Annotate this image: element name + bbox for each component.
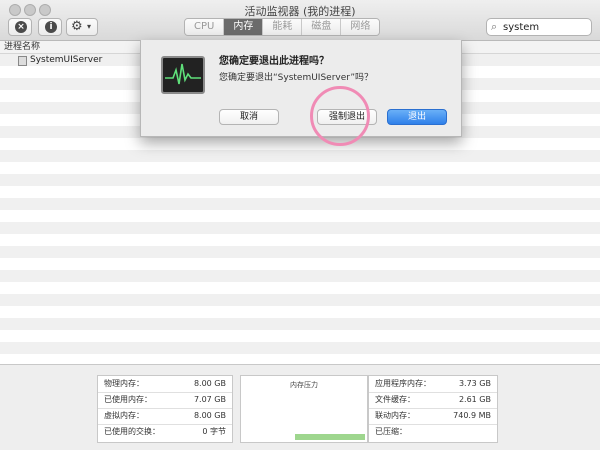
- mem-label: 联动内存：: [375, 411, 415, 420]
- mem-value: 740.9 MB: [453, 411, 491, 420]
- tab-network[interactable]: 网络: [340, 19, 380, 35]
- cancel-button[interactable]: 取消: [219, 109, 279, 125]
- mem-label: 物理内存：: [104, 379, 144, 388]
- tab-cpu[interactable]: CPU: [185, 19, 224, 35]
- table-row-empty: [0, 222, 600, 234]
- inspect-process-button[interactable]: i: [38, 18, 62, 36]
- table-row-empty: [0, 198, 600, 210]
- search-field[interactable]: ⌕: [486, 18, 592, 36]
- window-title: 活动监视器 (我的进程): [244, 5, 356, 18]
- table-row-empty: [0, 138, 600, 150]
- table-row-empty: [0, 150, 600, 162]
- memory-pressure-graph: 内存压力: [240, 375, 368, 443]
- search-icon: ⌕: [491, 20, 498, 33]
- mem-value: 7.07 GB: [193, 395, 226, 404]
- tab-disk[interactable]: 磁盘: [301, 19, 341, 35]
- mem-label: 已压缩：: [375, 427, 407, 436]
- table-row-empty: [0, 282, 600, 294]
- heartbeat-icon: [165, 63, 201, 85]
- mem-row-wired: 联动内存： 740.9 MB: [369, 408, 497, 425]
- mem-row-used: 已使用内存： 7.07 GB: [98, 392, 232, 409]
- table-row-empty: [0, 210, 600, 222]
- mem-row-virtual: 虚拟内存： 8.00 GB: [98, 408, 232, 425]
- mem-label: 文件缓存：: [375, 395, 415, 404]
- action-menu-button[interactable]: ⚙ ▾: [66, 18, 98, 36]
- memory-pressure-label: 内存压力: [290, 381, 318, 389]
- mem-label: 虚拟内存：: [104, 411, 144, 420]
- table-row-empty: [0, 330, 600, 342]
- table-row-empty: [0, 318, 600, 330]
- title-bar: 活动监视器 (我的进程) × i ⚙ ▾ CPU 内存 能耗 磁盘 网络 ⌕: [0, 0, 600, 41]
- search-input[interactable]: [503, 20, 587, 34]
- mem-value: 8.00 GB: [193, 411, 226, 420]
- close-icon: ×: [15, 21, 27, 33]
- memory-pressure-bar: [295, 434, 365, 440]
- gear-icon: ⚙: [71, 19, 83, 34]
- mem-row-compressed: 已压缩：: [369, 424, 497, 440]
- chevron-down-icon: ▾: [87, 22, 92, 31]
- mem-row-app-memory: 应用程序内存： 3.73 GB: [369, 376, 497, 393]
- quit-button[interactable]: 退出: [387, 109, 447, 125]
- category-tabs: CPU 内存 能耗 磁盘 网络: [184, 18, 381, 36]
- mem-row-physical: 物理内存： 8.00 GB: [98, 376, 232, 393]
- mem-row-swap: 已使用的交换： 0 字节: [98, 424, 232, 440]
- table-row-empty: [0, 270, 600, 282]
- table-row-empty: [0, 234, 600, 246]
- mem-label: 已使用的交换：: [104, 427, 160, 436]
- table-row-empty: [0, 246, 600, 258]
- table-row-empty: [0, 294, 600, 306]
- table-row-empty: [0, 162, 600, 174]
- column-header-process-name[interactable]: 进程名称: [4, 41, 40, 53]
- memory-stats-left: 物理内存： 8.00 GB 已使用内存： 7.07 GB 虚拟内存： 8.00 …: [97, 375, 233, 443]
- mem-value: 3.73 GB: [458, 379, 491, 388]
- info-icon: i: [45, 21, 57, 33]
- memory-summary-panel: 物理内存： 8.00 GB 已使用内存： 7.07 GB 虚拟内存： 8.00 …: [0, 364, 600, 450]
- mem-value: 2.61 GB: [458, 395, 491, 404]
- table-row-empty: [0, 186, 600, 198]
- highlight-annotation-circle: [310, 86, 370, 146]
- dialog-title: 您确定要退出此进程吗？: [219, 56, 329, 67]
- activity-monitor-app-icon: [161, 56, 205, 94]
- process-name: SystemUIServer: [30, 55, 103, 65]
- mem-row-file-cache: 文件缓存： 2.61 GB: [369, 392, 497, 409]
- table-row-empty: [0, 258, 600, 270]
- tab-memory[interactable]: 内存: [223, 19, 263, 35]
- table-row-empty: [0, 174, 600, 186]
- table-row-empty: [0, 306, 600, 318]
- app-icon: [18, 56, 27, 66]
- mem-value: 0 字节: [202, 427, 226, 436]
- mem-label: 已使用内存：: [104, 395, 152, 404]
- memory-stats-right: 应用程序内存： 3.73 GB 文件缓存： 2.61 GB 联动内存： 740.…: [368, 375, 498, 443]
- quit-process-dialog: 您确定要退出此进程吗？ 您确定要退出“SystemUIServer”吗？ 取消 …: [140, 40, 462, 137]
- tab-energy[interactable]: 能耗: [262, 19, 302, 35]
- table-row-empty: [0, 342, 600, 354]
- mem-label: 应用程序内存：: [375, 379, 431, 388]
- dialog-message: 您确定要退出“SystemUIServer”吗？: [219, 73, 374, 83]
- activity-monitor-window: 活动监视器 (我的进程) × i ⚙ ▾ CPU 内存 能耗 磁盘 网络 ⌕ 进…: [0, 0, 600, 450]
- mem-value: 8.00 GB: [193, 379, 226, 388]
- quit-process-button[interactable]: ×: [8, 18, 32, 36]
